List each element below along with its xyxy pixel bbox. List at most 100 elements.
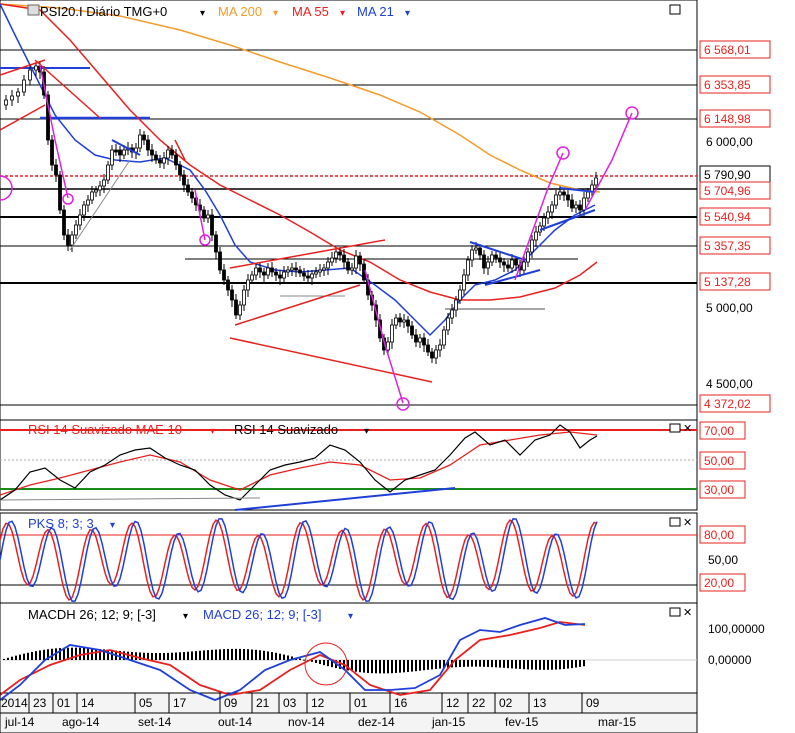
ma200-dropdown-icon[interactable]: ▾ [273,8,278,19]
candle-body [290,267,294,271]
rsi-title[interactable]: RSI 14 Suavizado [234,422,338,437]
last-price-label: 5 790,90 [704,168,751,182]
macd-histogram-bar [247,649,249,660]
macd-histogram-bar [471,660,473,667]
candle-body [510,259,514,269]
candle-body [442,329,446,346]
day-label: 22 [472,696,486,710]
month-label: jul-14 [4,715,35,729]
stoch-title[interactable]: PKS 8; 3; 3 [28,516,94,531]
macd-histogram-bar [567,660,569,669]
macdh-dropdown-icon[interactable]: ▾ [183,611,188,622]
candle-body [430,351,434,359]
trading-chart[interactable]: PSI20.I Diário TMG+0 ▾ MA 200 ▾ MA 55 ▾ … [0,0,795,733]
rsi-level-label: 70,00 [704,424,734,438]
month-label: set-14 [138,715,172,729]
macdh-title[interactable]: MACDH 26; 12; 9; [-3] [28,607,156,622]
candle-body [394,317,398,326]
candle-body [22,79,26,93]
candle-body [506,264,510,269]
macd-maximize-icon[interactable] [669,607,681,617]
candle-body [322,267,326,271]
macd-histogram-bar [199,650,201,660]
macd-histogram-bar [7,657,9,660]
macd-histogram-bar [427,660,429,670]
candle-body [142,134,146,141]
candle-body [450,309,454,319]
macd-title[interactable]: MACD 26; 12; 9; [-3] [203,607,322,622]
ma55-label[interactable]: MA 55 [292,4,329,19]
macd-dropdown-icon[interactable]: ▾ [348,611,353,622]
macd-histogram-bar [279,653,281,660]
stoch-level-label: 80,00 [704,528,734,542]
candle-body [114,149,118,153]
candle-body [58,174,62,211]
candle-body [154,154,158,161]
price-tick: 6 000,00 [706,135,753,149]
price-tick: 4 500,00 [706,377,753,391]
ma55-dropdown-icon[interactable]: ▾ [340,8,345,19]
rsi-mae-title[interactable]: RSI 14 Suavizado MAE 10 [28,422,182,437]
ma21-label[interactable]: MA 21 [357,4,394,19]
candle-body [406,319,410,327]
candle-body [422,337,426,346]
rsi-mae-dropdown-icon[interactable]: ▾ [210,426,215,437]
rsi-maximize-icon[interactable] [669,423,681,433]
candle-body [474,247,478,251]
level-label: 6 353,85 [704,78,751,92]
macd-histogram-bar [375,660,377,674]
macd-close-icon[interactable]: ✕ [683,607,692,619]
candle-body [454,299,458,311]
candle-body [78,214,82,226]
candle-body [310,273,314,279]
candle-body [226,279,230,291]
macd-histogram-bar [403,660,405,673]
macd-histogram-bar [367,660,369,673]
candle-body [578,204,582,211]
month-label: out-14 [218,715,252,729]
maximize-icon[interactable] [669,4,681,15]
rsi-dropdown-icon[interactable]: ▾ [364,426,369,437]
instrument-dropdown-icon[interactable]: ▾ [200,8,205,19]
candle-body [398,317,402,323]
candle-body [346,261,350,271]
ma200-label[interactable]: MA 200 [218,4,262,19]
day-label: 03 [283,696,297,710]
month-label: ago-14 [62,715,100,729]
macd-histogram-bar [515,660,517,669]
macd-histogram-bar [503,660,505,668]
candle-body [28,69,32,81]
macd-histogram-bar [15,655,17,660]
candle-body [102,179,106,187]
candle-body [158,159,162,164]
candle-body [258,267,262,273]
macd-histogram-bar [19,654,21,660]
candle-body [50,139,54,166]
candle-body [426,344,430,353]
candle-body [530,239,534,253]
stoch-dropdown-icon[interactable]: ▾ [110,520,115,531]
macd-histogram-bar [263,650,265,660]
rsi-close-icon[interactable]: ✕ [683,423,692,435]
window-icon[interactable] [27,4,40,16]
macd-histogram-bar [527,660,529,670]
stoch-maximize-icon[interactable] [669,517,681,527]
macd-histogram-bar [227,648,229,660]
candle-body [166,149,170,159]
candle-body [554,194,558,206]
month-label: mar-15 [598,715,636,729]
candle-body [342,254,346,263]
level-label: 5 540,94 [704,210,751,224]
candle-body [470,249,474,261]
candle-body [414,334,418,343]
candle-body [574,204,578,209]
candle-body [558,191,562,196]
candle-body [90,191,94,201]
ma21-dropdown-icon[interactable]: ▾ [405,8,410,19]
candle-body [594,177,598,186]
candle-body [234,299,238,316]
stoch-close-icon[interactable]: ✕ [683,517,692,529]
macd-histogram-bar [383,660,385,674]
macd-histogram-bar [547,660,549,670]
macd-histogram-bar [519,660,521,669]
